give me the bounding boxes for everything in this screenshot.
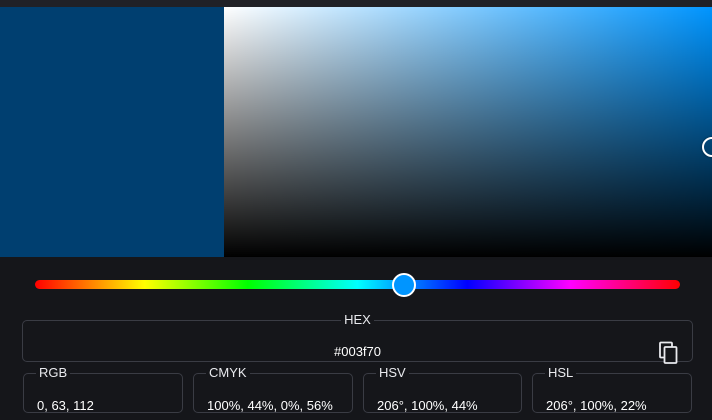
copy-icon [659, 341, 678, 364]
copy-button[interactable] [658, 341, 680, 365]
value-gradient [224, 7, 712, 257]
rgb-field: RGB 0, 63, 112 [23, 366, 183, 413]
hex-label: HEX [344, 312, 371, 327]
cmyk-value[interactable]: 100%, 44%, 0%, 56% [207, 398, 333, 413]
color-preview-swatch [0, 7, 224, 257]
rgb-label: RGB [39, 365, 68, 380]
hue-slider-thumb[interactable] [391, 273, 416, 297]
hsl-value[interactable]: 206°, 100%, 22% [546, 398, 647, 413]
top-bar [0, 0, 712, 7]
cmyk-label: CMYK [209, 365, 247, 380]
hex-field: HEX #003f70 [22, 312, 693, 365]
cmyk-field: CMYK 100%, 44%, 0%, 56% [193, 366, 353, 413]
hex-value[interactable]: #003f70 [23, 344, 692, 359]
hue-slider[interactable] [35, 280, 680, 289]
hsv-value[interactable]: 206°, 100%, 44% [377, 398, 478, 413]
saturation-value-area[interactable] [224, 7, 712, 257]
hsv-field: HSV 206°, 100%, 44% [363, 366, 522, 413]
hsl-label: HSL [548, 365, 574, 380]
hsv-label: HSV [379, 365, 406, 380]
rgb-value[interactable]: 0, 63, 112 [37, 398, 94, 413]
hsl-field: HSL 206°, 100%, 22% [532, 366, 692, 413]
